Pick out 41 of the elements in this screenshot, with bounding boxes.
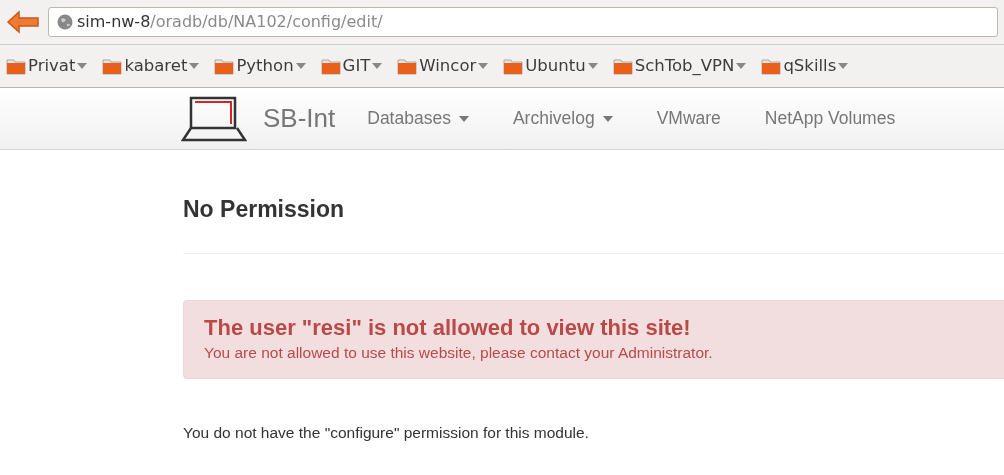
- permission-note: You do not have the "configure" permission for this module.: [183, 423, 590, 444]
- caret-icon: [587, 63, 598, 69]
- folder-icon: [214, 57, 235, 75]
- url-field[interactable]: sim-nw-8/oradb/db/NA102/config/edit/: [48, 7, 998, 37]
- nav-dropdown[interactable]: Databases: [367, 105, 469, 132]
- nav-link[interactable]: NetApp Volumes: [764, 105, 896, 132]
- back-arrow-icon[interactable]: [6, 10, 40, 34]
- caret-icon: [838, 63, 849, 69]
- caret-icon: [458, 115, 469, 122]
- bookmark-folder[interactable]: SchTob_VPN: [634, 53, 735, 79]
- caret-icon: [372, 63, 383, 69]
- caret-icon: [602, 115, 613, 122]
- folder-icon: [503, 57, 524, 75]
- folder-icon: [6, 57, 26, 75]
- globe-icon: [57, 14, 73, 30]
- caret-icon: [478, 63, 489, 69]
- page-heading: No Permission: [183, 150, 1004, 254]
- bookmark-folder[interactable]: Python: [236, 53, 294, 79]
- bookmark-folder[interactable]: Wincor: [419, 53, 477, 79]
- caret-icon: [736, 63, 747, 69]
- bookmark-folder[interactable]: qSkills: [783, 53, 837, 79]
- bookmark-folder[interactable]: GIT: [342, 53, 371, 79]
- nav-dropdown[interactable]: Archivelog: [512, 105, 613, 132]
- caret-icon: [189, 63, 200, 69]
- caret-icon: [77, 63, 88, 69]
- url-host: sim-nw-8: [77, 12, 151, 31]
- alert-message: You are not allowed to use this website, please contact your Administrator.: [204, 342, 714, 363]
- folder-icon: [612, 57, 633, 75]
- folder-icon: [102, 57, 123, 75]
- alert-title: The user "resi" is not allowed to view this site!: [204, 314, 692, 341]
- laptop-logo-icon[interactable]: [181, 95, 247, 142]
- brand-link[interactable]: SB-Int: [263, 99, 336, 138]
- bookmark-folder[interactable]: kabaret: [124, 53, 188, 79]
- caret-icon: [295, 63, 306, 69]
- url-path: /oradb/db/NA102/config/edit/: [150, 12, 383, 31]
- bookmark-folder[interactable]: Privat: [28, 53, 76, 79]
- folder-icon: [320, 57, 341, 75]
- bookmark-folder[interactable]: Ubuntu: [525, 53, 586, 79]
- nav-link[interactable]: VMware: [656, 105, 721, 132]
- folder-icon: [397, 57, 418, 75]
- folder-icon: [761, 57, 782, 75]
